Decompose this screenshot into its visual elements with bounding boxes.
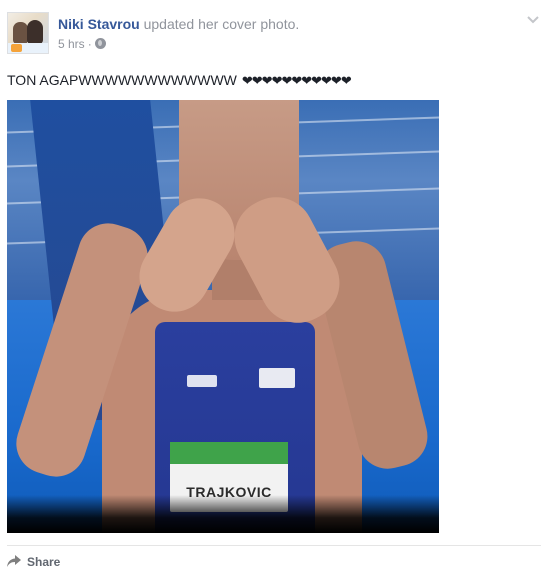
- photo-dark-edge: [7, 495, 439, 533]
- singlet-badge: [259, 368, 295, 388]
- share-button[interactable]: Share: [7, 554, 60, 570]
- heart-emoji-row: ❤❤❤❤❤❤❤❤❤❤❤: [241, 73, 352, 88]
- avatar-person-right: [27, 20, 43, 44]
- meta-separator: ·: [87, 37, 92, 51]
- cover-photo[interactable]: TRAJKOVIC: [7, 100, 439, 533]
- post-header: Niki Stavrou updated her cover photo.: [58, 15, 299, 33]
- actions-divider: [7, 545, 541, 546]
- share-arrow-icon: [7, 555, 21, 567]
- post-message: TON AGAPWWWWWWWWWWWW: [7, 72, 237, 88]
- chevron-down-icon[interactable]: [526, 12, 540, 26]
- avatar-sticker: [11, 44, 22, 52]
- post-action-text: updated her cover photo.: [143, 16, 300, 32]
- author-name-link[interactable]: Niki Stavrou: [58, 16, 140, 32]
- avatar[interactable]: [7, 12, 49, 54]
- globe-icon[interactable]: [94, 38, 106, 49]
- singlet-logo: [187, 375, 217, 387]
- post-text: TON AGAPWWWWWWWWWWWW ❤❤❤❤❤❤❤❤❤❤❤: [7, 71, 352, 90]
- share-label: Share: [27, 555, 61, 569]
- post-meta: 5 hrs ·: [58, 36, 106, 52]
- avatar-person-left: [13, 22, 28, 44]
- bib-header: [170, 442, 288, 464]
- post-timestamp-link[interactable]: 5 hrs: [58, 37, 85, 51]
- feed-post: Niki Stavrou updated her cover photo. 5 …: [0, 0, 553, 569]
